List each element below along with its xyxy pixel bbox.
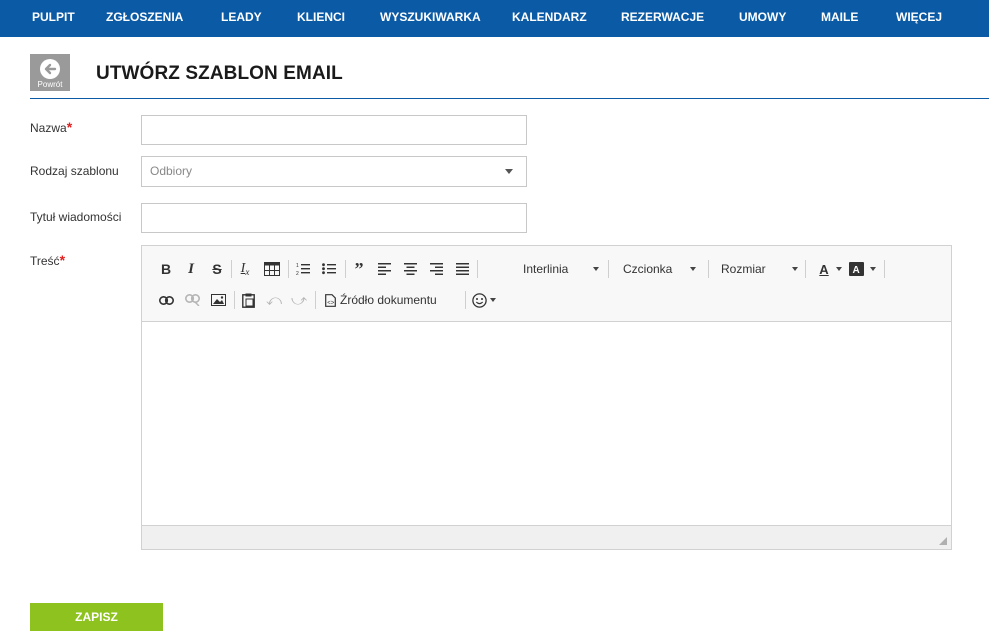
back-label: Powrót	[37, 79, 63, 89]
resize-handle-icon[interactable]	[939, 537, 947, 545]
svg-text:1: 1	[296, 263, 299, 269]
table-icon[interactable]	[262, 259, 282, 279]
redo-icon[interactable]: ⤻	[289, 290, 309, 310]
name-input[interactable]	[141, 115, 527, 145]
align-justify-icon[interactable]	[453, 259, 471, 279]
svg-text:A: A	[852, 265, 859, 276]
nav-item-wyszukiwarka[interactable]: WYSZUKIWARKA	[380, 0, 481, 37]
rich-text-editor: B I S Ix 12 ” Interlinia Czcionka Rozmia…	[141, 245, 952, 550]
required-asterisk: *	[66, 119, 73, 135]
subject-input[interactable]	[141, 203, 527, 233]
font-size-dropdown[interactable]: Rozmiar	[721, 259, 766, 279]
caret-down-icon	[593, 267, 599, 271]
unlink-icon[interactable]	[182, 290, 202, 310]
editor-content-area[interactable]	[142, 323, 951, 524]
top-nav: PULPIT ZGŁOSZENIA LEADY KLIENCI WYSZUKIW…	[0, 0, 989, 37]
toolbar-separator	[477, 260, 478, 278]
template-type-value: Odbiory	[150, 164, 193, 178]
nav-item-klienci[interactable]: KLIENCI	[297, 0, 345, 37]
toolbar-separator	[315, 291, 316, 309]
toolbar-separator	[234, 291, 235, 309]
align-left-icon[interactable]	[375, 259, 393, 279]
nav-item-wiecej[interactable]: WIĘCEJ	[896, 0, 942, 37]
nav-item-kalendarz[interactable]: KALENDARZ	[512, 0, 587, 37]
template-type-select[interactable]: Odbiory	[141, 156, 527, 187]
editor-statusbar	[142, 525, 951, 549]
toolbar-separator	[345, 260, 346, 278]
nav-item-leady[interactable]: LEADY	[221, 0, 262, 37]
nav-item-umowy[interactable]: UMOWY	[739, 0, 786, 37]
svg-text:2: 2	[296, 271, 299, 276]
align-center-icon[interactable]	[401, 259, 419, 279]
blockquote-icon[interactable]: ”	[349, 259, 369, 279]
toolbar-separator	[708, 260, 709, 278]
editor-toolbar: B I S Ix 12 ” Interlinia Czcionka Rozmia…	[142, 246, 951, 322]
emoji-icon[interactable]	[470, 290, 488, 310]
name-label-text: Nazwa	[30, 121, 67, 135]
text-color-icon[interactable]: A	[814, 259, 834, 279]
strikethrough-icon[interactable]: S	[209, 259, 225, 279]
body-label: Treść*	[30, 252, 65, 268]
back-button[interactable]: Powrót	[30, 54, 70, 91]
page-title: UTWÓRZ SZABLON EMAIL	[96, 63, 343, 84]
body-label-text: Treść	[30, 254, 60, 268]
required-asterisk: *	[59, 252, 66, 268]
line-height-dropdown[interactable]: Interlinia	[523, 259, 568, 279]
caret-down-icon	[505, 169, 513, 174]
nav-item-maile[interactable]: MAILE	[821, 0, 858, 37]
caret-down-icon	[836, 267, 842, 271]
source-code-icon: <>	[323, 290, 337, 310]
template-type-label: Rodzaj szablonu	[30, 164, 119, 178]
image-icon[interactable]	[208, 290, 228, 310]
bold-icon[interactable]: B	[159, 259, 173, 279]
link-icon[interactable]	[156, 290, 176, 310]
nav-item-rezerwacje[interactable]: REZERWACJE	[621, 0, 704, 37]
align-right-icon[interactable]	[427, 259, 445, 279]
caret-down-icon	[792, 267, 798, 271]
toolbar-separator	[608, 260, 609, 278]
caret-down-icon	[690, 267, 696, 271]
bulleted-list-icon[interactable]	[319, 259, 339, 279]
toolbar-separator	[805, 260, 806, 278]
name-label: Nazwa*	[30, 119, 72, 135]
toolbar-separator	[231, 260, 232, 278]
paste-icon[interactable]	[238, 290, 258, 310]
undo-icon[interactable]: ⤺	[264, 290, 284, 310]
numbered-list-icon[interactable]: 12	[293, 259, 313, 279]
toolbar-separator	[465, 291, 466, 309]
svg-text:<>: <>	[327, 300, 335, 306]
caret-down-icon	[870, 267, 876, 271]
nav-item-pulpit[interactable]: PULPIT	[32, 0, 75, 37]
toolbar-separator	[288, 260, 289, 278]
remove-format-icon[interactable]: Ix	[236, 259, 254, 279]
caret-down-icon	[490, 298, 496, 302]
subject-label: Tytuł wiadomości	[30, 210, 122, 224]
source-button[interactable]: Źródło dokumentu	[340, 290, 437, 310]
header-divider	[30, 98, 989, 99]
nav-item-zgloszenia[interactable]: ZGŁOSZENIA	[106, 0, 183, 37]
arrow-left-icon	[40, 58, 60, 79]
font-dropdown[interactable]: Czcionka	[623, 259, 672, 279]
save-button[interactable]: ZAPISZ	[30, 603, 163, 631]
toolbar-separator	[884, 260, 885, 278]
background-color-icon[interactable]: A	[847, 259, 865, 279]
italic-icon[interactable]: I	[184, 259, 198, 279]
